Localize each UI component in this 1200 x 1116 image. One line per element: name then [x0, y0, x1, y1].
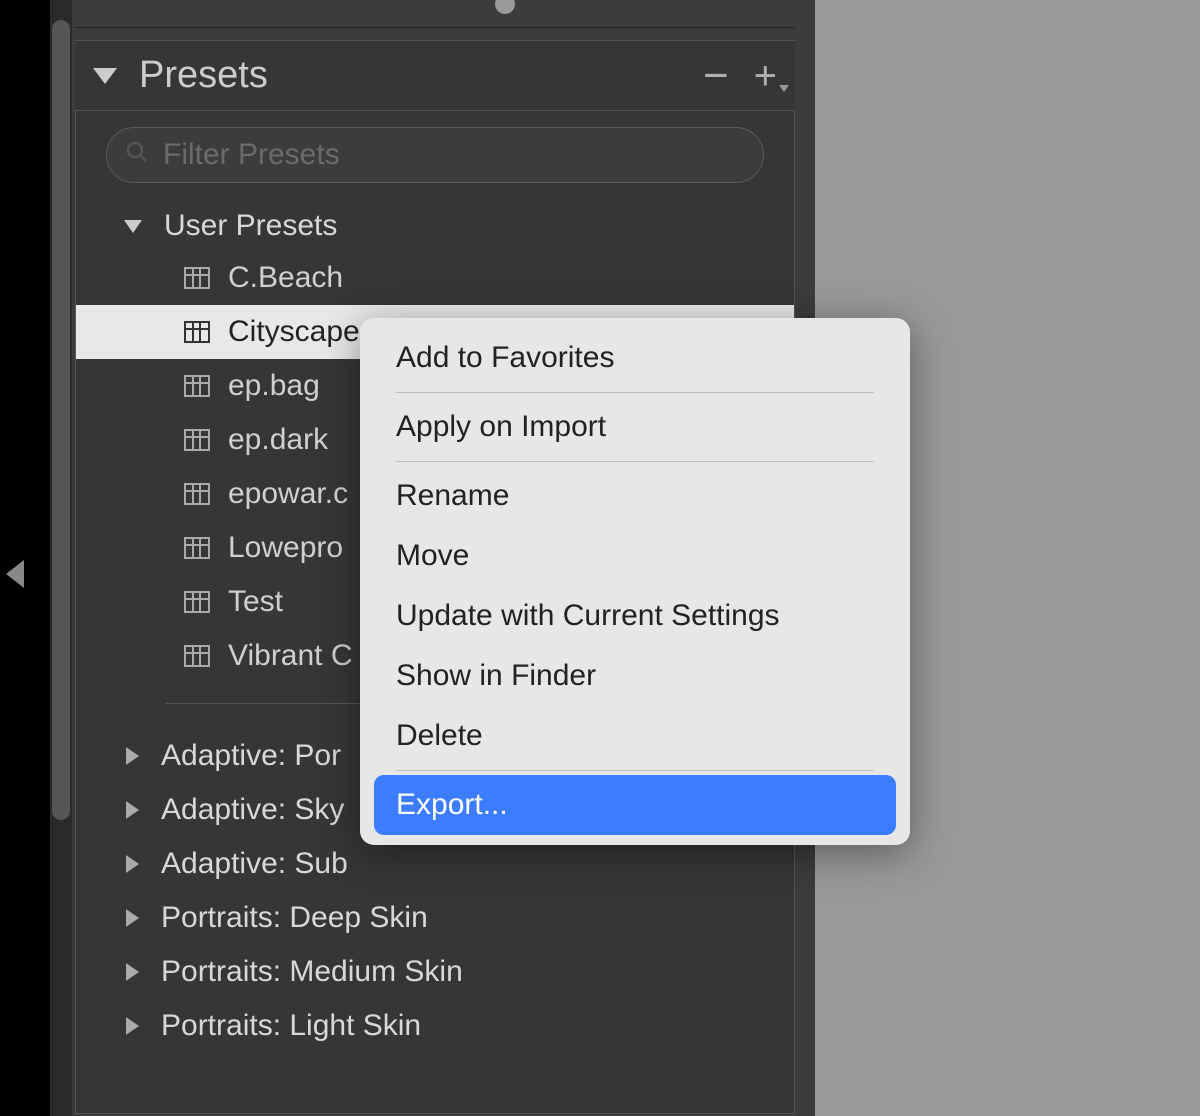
filter-presets-input[interactable]: Filter Presets — [106, 127, 764, 183]
menu-item[interactable]: Move — [360, 526, 910, 586]
preset-row[interactable]: C.Beach — [76, 251, 794, 305]
preset-label: ep.bag — [228, 369, 320, 403]
preset-icon — [184, 267, 210, 289]
preset-label: Cityscape — [228, 315, 360, 349]
disclosure-triangle-right-icon — [126, 747, 139, 765]
preset-label: C.Beach — [228, 261, 343, 295]
context-menu: Add to Favorites Apply on Import RenameMov… — [360, 318, 910, 845]
preset-label: Test — [228, 585, 283, 619]
menu-item[interactable]: Export... — [374, 775, 896, 835]
category-label: Adaptive: Sky — [161, 793, 344, 827]
disclosure-triangle-down-icon — [124, 220, 142, 233]
menu-separator — [396, 770, 874, 771]
preset-label: Vibrant C — [228, 639, 353, 673]
menu-item[interactable]: Apply on Import — [360, 397, 910, 457]
preset-icon — [184, 537, 210, 559]
group-label: User Presets — [164, 209, 337, 243]
category-label: Portraits: Deep Skin — [161, 901, 428, 935]
category-label: Portraits: Light Skin — [161, 1009, 421, 1043]
scrollbar-thumb[interactable] — [52, 20, 70, 820]
disclosure-triangle-right-icon — [126, 1017, 139, 1035]
preset-category-row[interactable]: Adaptive: Sub — [76, 837, 794, 891]
preset-category-row[interactable]: Portraits: Medium Skin — [76, 945, 794, 999]
disclosure-triangle-right-icon — [126, 855, 139, 873]
panel-title: Presets — [139, 54, 703, 97]
panel-collapse-left-icon[interactable] — [6, 560, 24, 588]
menu-separator — [396, 461, 874, 462]
preset-icon — [184, 375, 210, 397]
disclosure-triangle-right-icon — [126, 909, 139, 927]
category-label: Adaptive: Sub — [161, 847, 348, 881]
disclosure-triangle-down-icon — [93, 68, 117, 84]
menu-item[interactable]: Show in Finder — [360, 646, 910, 706]
preset-icon — [184, 483, 210, 505]
preset-icon — [184, 321, 210, 343]
add-preset-button[interactable]: + — [754, 56, 777, 96]
slider-handle[interactable] — [495, 0, 515, 14]
remove-preset-button[interactable]: − — [703, 54, 729, 98]
black-frame-left — [0, 0, 50, 1116]
preset-icon — [184, 429, 210, 451]
menu-item[interactable]: Update with Current Settings — [360, 586, 910, 646]
category-label: Adaptive: Por — [161, 739, 341, 773]
search-placeholder: Filter Presets — [163, 138, 340, 172]
preset-icon — [184, 645, 210, 667]
preset-label: ep.dark — [228, 423, 328, 457]
presets-panel-header[interactable]: Presets − + — [75, 40, 795, 110]
search-wrapper: Filter Presets — [76, 111, 794, 201]
preset-icon — [184, 591, 210, 613]
preset-category-row[interactable]: Portraits: Light Skin — [76, 999, 794, 1053]
preset-label: Lowepro — [228, 531, 343, 565]
menu-item[interactable]: Delete — [360, 706, 910, 766]
menu-separator — [396, 392, 874, 393]
menu-item[interactable]: Add to Favorites — [360, 328, 910, 388]
preset-category-row[interactable]: Portraits: Deep Skin — [76, 891, 794, 945]
disclosure-triangle-right-icon — [126, 801, 139, 819]
preset-label: epowar.c — [228, 477, 348, 511]
menu-item[interactable]: Rename — [360, 466, 910, 526]
user-presets-group[interactable]: User Presets — [76, 201, 794, 251]
disclosure-triangle-right-icon — [126, 963, 139, 981]
slider-row-partial — [75, 0, 795, 28]
search-icon — [125, 140, 149, 171]
category-label: Portraits: Medium Skin — [161, 955, 463, 989]
